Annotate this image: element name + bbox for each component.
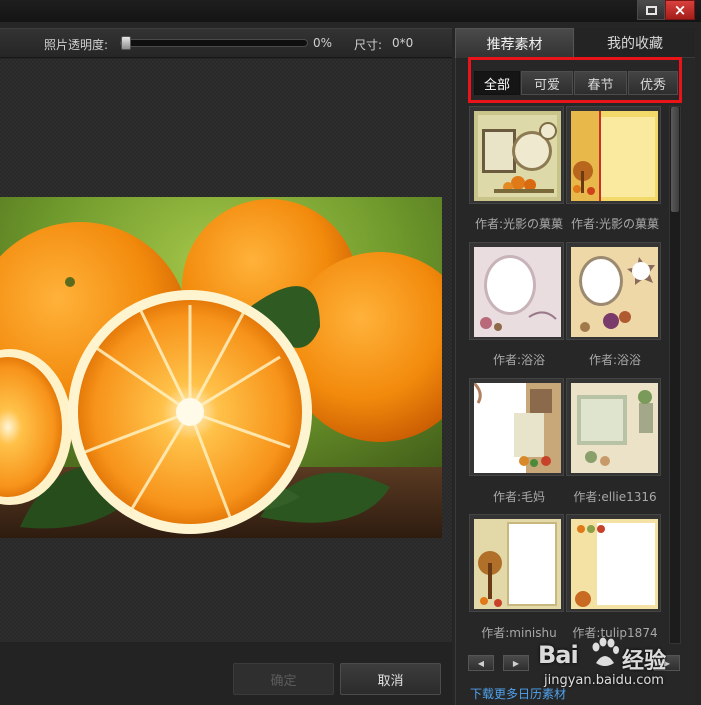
template-preview-image	[571, 111, 658, 201]
template-preview-image	[571, 383, 658, 473]
template-author: 作者:光影の菓菓	[570, 217, 660, 231]
template-preview-image	[474, 383, 561, 473]
opacity-slider-handle[interactable]	[121, 36, 131, 50]
opacity-label: 照片透明度:	[44, 38, 109, 52]
tab-recommended[interactable]: 推荐素材	[455, 28, 574, 58]
template-thumbnail[interactable]	[566, 378, 661, 476]
template-thumbnail[interactable]	[566, 106, 661, 204]
photo-preview[interactable]	[0, 197, 442, 538]
template-thumbnail[interactable]	[469, 106, 564, 204]
template-thumbnail[interactable]	[566, 514, 661, 612]
arrow-left-icon: ◀	[477, 658, 485, 668]
maximize-button[interactable]	[637, 0, 665, 20]
template-preview-image	[474, 519, 561, 609]
template-thumbnail[interactable]	[566, 242, 661, 340]
size-value: 0*0	[392, 36, 414, 50]
template-author: 作者:ellie1316	[573, 490, 657, 504]
category-spring-festival[interactable]: 春节	[574, 71, 627, 95]
opacity-slider[interactable]	[120, 36, 308, 50]
close-icon: ×	[673, 0, 687, 19]
maximize-icon	[645, 5, 657, 15]
template-author: 作者:浴浴	[588, 353, 642, 367]
panel-tabs: 推荐素材 我的收藏	[455, 28, 695, 58]
template-preview-image	[571, 519, 658, 609]
thumbnail-scrollbar[interactable]	[669, 106, 681, 644]
title-bar	[0, 0, 701, 22]
photo-toolbar: 照片透明度: 0% 尺寸: 0*0	[0, 28, 452, 58]
category-excellent[interactable]: 优秀	[628, 71, 678, 95]
watermark-suffix: 经验	[622, 649, 667, 674]
paw-icon	[592, 637, 619, 666]
scrollbar-thumb[interactable]	[671, 107, 679, 212]
tab-favorites[interactable]: 我的收藏	[575, 28, 695, 58]
opacity-value: 0%	[313, 36, 333, 50]
oranges-photo	[0, 197, 442, 538]
baidu-watermark: Bai 经验 jingyan.baidu.com	[538, 635, 698, 705]
category-all[interactable]: 全部	[474, 71, 520, 95]
watermark-url: jingyan.baidu.com	[544, 673, 664, 688]
template-author: 作者:光影の菓菓	[474, 217, 564, 231]
confirm-button[interactable]: 确定	[233, 663, 334, 695]
next-page-button[interactable]: ▶	[503, 655, 529, 671]
template-thumbnail[interactable]	[469, 378, 564, 476]
previous-page-button[interactable]: ◀	[468, 655, 494, 671]
template-thumbnail[interactable]	[469, 242, 564, 340]
template-preview-image	[571, 247, 658, 337]
close-button[interactable]: ×	[665, 0, 695, 20]
template-author: 作者:毛妈	[492, 490, 546, 504]
category-cute[interactable]: 可爱	[521, 71, 573, 95]
template-author: 作者:浴浴	[492, 353, 546, 367]
template-preview-image	[474, 111, 561, 201]
template-preview-image	[474, 247, 561, 337]
cancel-button[interactable]: 取消	[340, 663, 441, 695]
template-thumbnail[interactable]	[469, 514, 564, 612]
arrow-right-icon: ▶	[512, 658, 520, 668]
size-label: 尺寸:	[354, 38, 383, 52]
watermark-logo-text: Bai	[538, 641, 579, 669]
